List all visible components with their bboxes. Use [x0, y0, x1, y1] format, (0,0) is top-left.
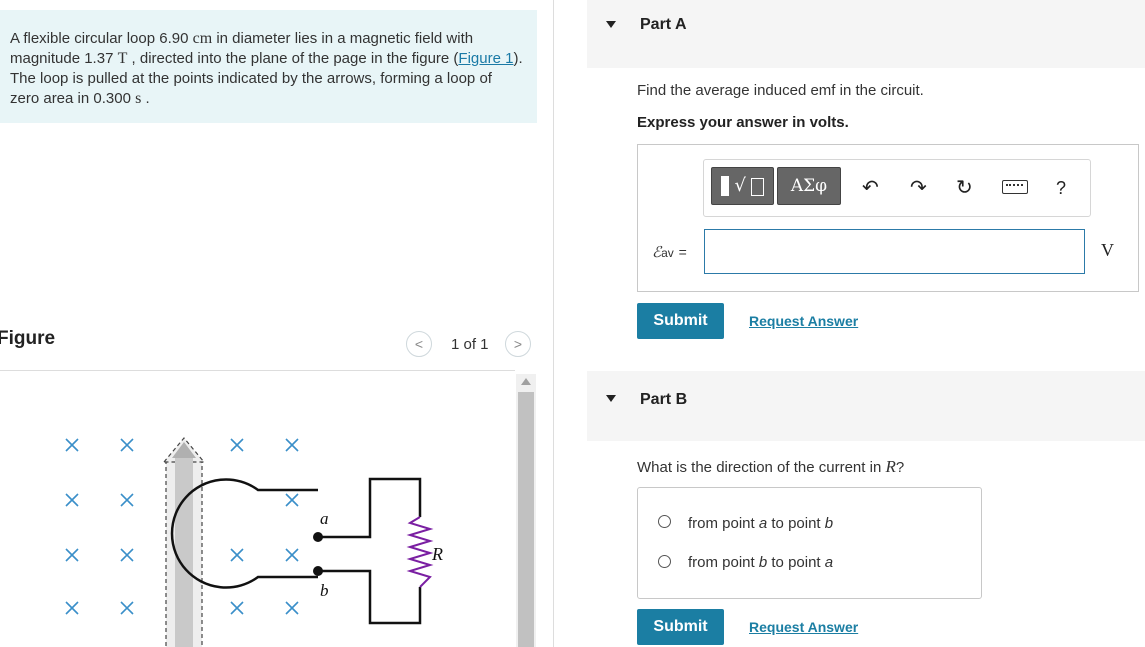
part-b-question: What is the direction of the current in …: [637, 457, 905, 476]
figure-divider: [0, 370, 515, 371]
scroll-up-icon[interactable]: [521, 378, 531, 385]
next-figure-button[interactable]: >: [505, 331, 531, 357]
pull-arrow-up: [162, 437, 206, 647]
unit-cm: cm: [192, 30, 213, 47]
collapse-triangle-icon[interactable]: [606, 395, 616, 402]
resistor-R: [406, 516, 434, 588]
chevron-right-icon: >: [513, 336, 523, 352]
circuit-leads: [318, 535, 344, 573]
part-a-header[interactable]: Part A: [587, 0, 1145, 68]
chevron-left-icon: <: [414, 336, 424, 352]
emf-answer-input[interactable]: [704, 229, 1085, 274]
keyboard-icon[interactable]: [1002, 180, 1028, 194]
radical-template-icon: √: [718, 168, 768, 204]
resistor-label: R: [431, 544, 443, 564]
point-a-dot: [313, 532, 323, 542]
collapse-triangle-icon[interactable]: [606, 21, 616, 28]
undo-icon[interactable]: ↶: [862, 178, 879, 198]
prev-figure-button[interactable]: <: [406, 331, 432, 357]
problem-text: A flexible circular loop 6.90 cm in diam…: [10, 30, 523, 107]
part-a-submit-button[interactable]: Submit: [637, 303, 724, 339]
emf-subscript: av: [661, 246, 674, 260]
part-b-choices: [637, 487, 982, 599]
option-b-to-a-radio[interactable]: [658, 555, 671, 568]
figure-pager-text: 1 of 1: [451, 336, 489, 353]
emf-symbol: ℰ: [652, 243, 662, 261]
point-b-dot: [313, 566, 323, 576]
panel-divider: [553, 0, 554, 647]
symbols-button[interactable]: ΑΣφ: [777, 167, 841, 205]
part-b-submit-button[interactable]: Submit: [637, 609, 724, 645]
part-a-request-answer-link[interactable]: Request Answer: [749, 313, 858, 329]
option-a-to-b-label[interactable]: from point a to point b: [688, 515, 833, 532]
part-b-request-answer-link[interactable]: Request Answer: [749, 619, 858, 635]
option-b-to-a-label[interactable]: from point b to point a: [688, 554, 833, 571]
figure-scrollbar[interactable]: [516, 374, 536, 647]
emf-variable-label: ℰav =: [652, 243, 687, 261]
reset-icon[interactable]: ↻: [956, 178, 973, 198]
circuit-wire: [368, 477, 422, 625]
problem-statement: A flexible circular loop 6.90 cm in diam…: [0, 10, 537, 123]
loop-figure: a b R: [65, 437, 443, 647]
point-a-label: a: [320, 509, 329, 528]
scrollbar-thumb[interactable]: [518, 392, 534, 647]
help-button[interactable]: ?: [1056, 178, 1066, 198]
unit-label: V: [1101, 240, 1114, 260]
part-a-question: Find the average induced emf in the circ…: [637, 82, 924, 99]
figure-title: Figure: [0, 328, 56, 349]
unit-tesla: T: [117, 50, 128, 67]
point-b-label: b: [320, 581, 329, 600]
option-a-to-b-radio[interactable]: [658, 515, 671, 528]
part-b-title: Part B: [640, 391, 688, 408]
redo-icon[interactable]: ↷: [910, 178, 927, 198]
figure-link[interactable]: Figure 1: [458, 50, 513, 67]
part-b-header[interactable]: Part B: [587, 371, 1145, 441]
math-toolbar: √ ΑΣφ ↶ ↷ ↻ ?: [703, 159, 1091, 217]
templates-button[interactable]: √: [711, 167, 774, 205]
part-a-title: Part A: [640, 16, 687, 33]
part-a-instruction: Express your answer in volts.: [637, 114, 849, 131]
